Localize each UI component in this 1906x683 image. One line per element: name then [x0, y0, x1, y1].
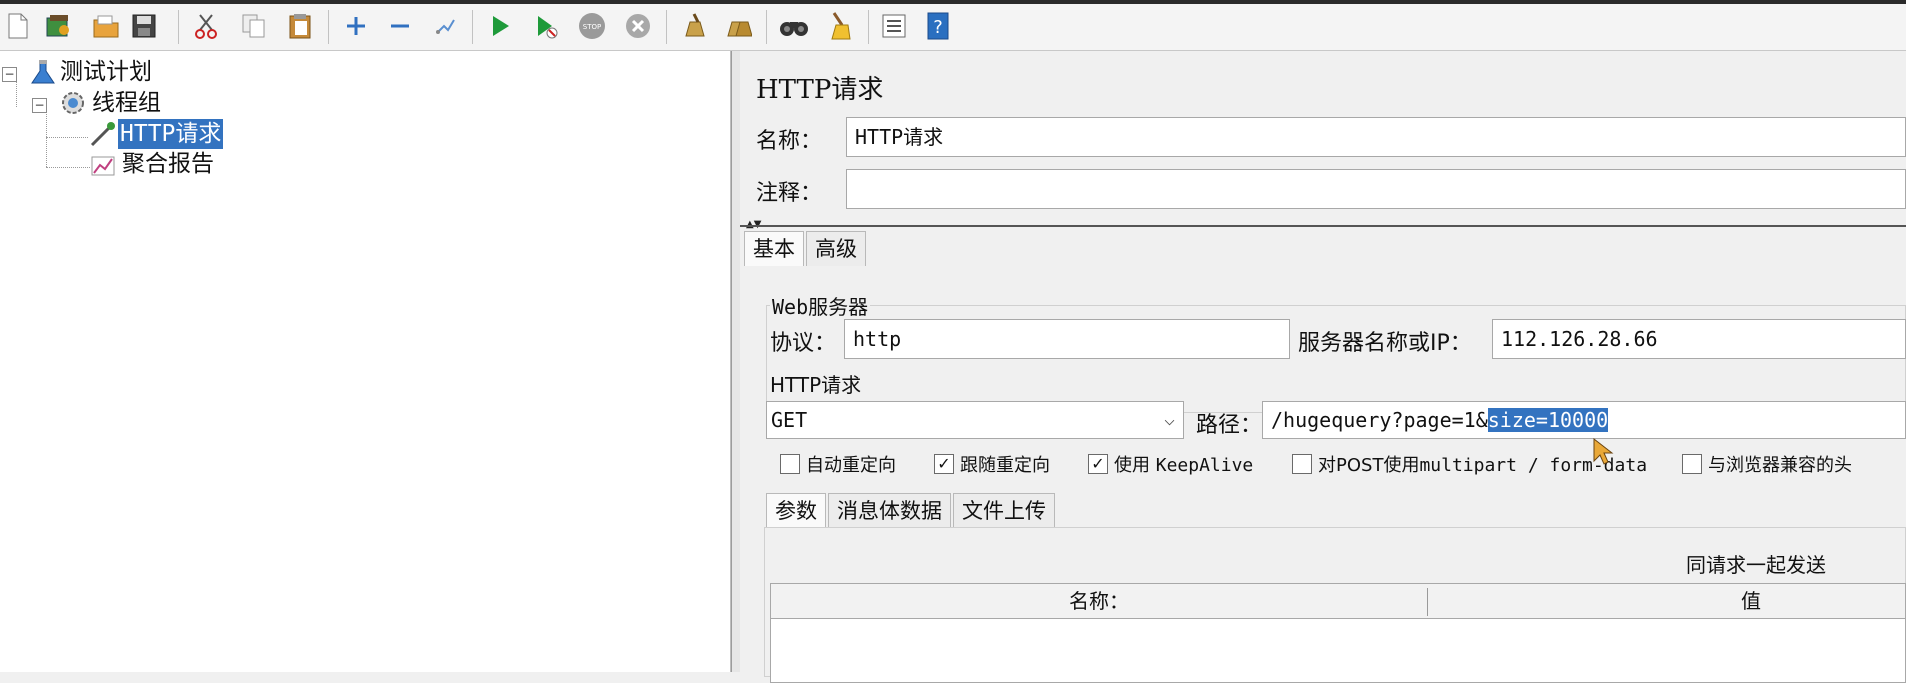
tab-advanced[interactable]: 高级	[806, 231, 866, 266]
gear-icon	[56, 88, 90, 118]
column-header-name[interactable]: 名称：	[771, 584, 1427, 618]
http-request-section-title: HTTP请求	[770, 373, 862, 397]
option-label: 与浏览器兼容的头	[1708, 455, 1852, 476]
option-label: 跟随重定向	[960, 455, 1050, 476]
comment-label: 注释：	[756, 181, 823, 206]
toolbar-separator	[868, 10, 869, 44]
help-icon[interactable]: ?	[922, 10, 954, 42]
start-no-pauses-icon[interactable]	[530, 10, 562, 42]
collapse-icon[interactable]	[384, 10, 416, 42]
start-icon[interactable]	[484, 10, 516, 42]
option-label: 使用 KeepAlive	[1114, 455, 1254, 476]
follow-redirects-checkbox[interactable]: ✓	[934, 454, 954, 474]
function-helper-icon[interactable]	[878, 10, 910, 42]
multipart-checkbox[interactable]	[1292, 454, 1312, 474]
path-text: /hugequery?page=1&	[1271, 408, 1488, 432]
tab-file-upload[interactable]: 文件上传	[953, 493, 1055, 528]
http-request-editor: HTTP请求 名称： HTTP请求 注释： ▲▼ 基本 高级 Web服务器 协议…	[740, 51, 1906, 683]
protocol-field[interactable]: http	[844, 319, 1290, 359]
test-plan-tree: − 测试计划 − 线程组 HTTP请求 聚合报告	[0, 51, 731, 672]
templates-icon[interactable]	[42, 10, 74, 42]
comment-field[interactable]	[846, 169, 1906, 209]
browser-compatible-checkbox[interactable]	[1682, 454, 1702, 474]
name-field[interactable]: HTTP请求	[846, 117, 1906, 157]
toolbar-separator	[666, 10, 667, 44]
option-label: 自动重定向	[806, 455, 896, 476]
page-title: HTTP请求	[756, 75, 884, 105]
new-icon[interactable]	[2, 10, 34, 42]
auto-redirect-option[interactable]: 自动重定向	[780, 451, 896, 477]
tree-node-thread-group[interactable]: 线程组	[56, 88, 163, 118]
save-icon[interactable]	[128, 10, 160, 42]
paste-icon[interactable]	[284, 10, 316, 42]
open-icon[interactable]	[90, 10, 122, 42]
expand-icon[interactable]	[340, 10, 372, 42]
shutdown-icon[interactable]	[622, 10, 654, 42]
keepalive-option[interactable]: ✓ 使用 KeepAlive	[1088, 451, 1253, 477]
chart-icon	[88, 149, 120, 179]
tree-node-test-plan[interactable]: 测试计划	[28, 57, 154, 87]
toggle-icon[interactable]	[430, 10, 462, 42]
name-label: 名称：	[756, 129, 823, 154]
table-header: 名称： 值	[771, 584, 1905, 619]
path-label: 路径：	[1196, 413, 1263, 438]
follow-redirects-option[interactable]: ✓ 跟随重定向	[934, 451, 1050, 477]
toolbar: STOP ?	[0, 4, 1906, 51]
svg-text:?: ?	[933, 17, 943, 38]
tree-node-http-request[interactable]: HTTP请求	[86, 119, 224, 149]
tree-node-aggregate-report[interactable]: 聚合报告	[88, 149, 216, 179]
server-name-field[interactable]: 112.126.28.66	[1492, 319, 1906, 359]
toolbar-separator	[328, 10, 329, 44]
send-with-request-label: 同请求一起发送	[1686, 553, 1826, 577]
browser-compatible-headers-option[interactable]: 与浏览器兼容的头	[1682, 451, 1852, 477]
protocol-label: 协议：	[770, 331, 837, 356]
column-header-value[interactable]: 值	[1428, 584, 1906, 618]
path-field[interactable]: /hugequery?page=1&size=10000	[1262, 401, 1906, 439]
reset-search-icon[interactable]	[824, 10, 856, 42]
copy-icon[interactable]	[238, 10, 270, 42]
toolbar-separator	[766, 10, 767, 44]
svg-text:STOP: STOP	[583, 23, 601, 31]
parameter-tabs: 参数 消息体数据 文件上传	[766, 493, 1057, 528]
collapse-toggle[interactable]: −	[32, 98, 47, 113]
tab-body-data[interactable]: 消息体数据	[828, 493, 951, 528]
chevron-down-icon: ⌵	[1164, 409, 1175, 430]
tree-line	[46, 167, 90, 168]
keepalive-checkbox[interactable]: ✓	[1088, 454, 1108, 474]
method-value: GET	[771, 408, 808, 432]
method-select[interactable]: GET ⌵	[766, 401, 1184, 439]
web-server-title: Web服务器	[770, 291, 871, 320]
tree-node-label: HTTP请求	[118, 119, 224, 149]
tab-parameters[interactable]: 参数	[766, 493, 826, 528]
tree-node-label: 线程组	[92, 90, 161, 116]
tree-node-label: 测试计划	[60, 59, 152, 85]
toolbar-separator	[472, 10, 473, 44]
tree-line	[46, 137, 88, 138]
main-tabs: 基本 高级	[744, 231, 868, 266]
mouse-pointer-icon	[1593, 437, 1614, 465]
test-plan-icon	[28, 57, 58, 87]
search-icon[interactable]	[778, 10, 810, 42]
toolbar-separator	[178, 10, 179, 44]
path-selected-text: size=10000	[1487, 408, 1609, 432]
panel-splitter[interactable]	[731, 51, 740, 672]
auto-redirect-checkbox[interactable]	[780, 454, 800, 474]
stop-icon[interactable]: STOP	[576, 10, 608, 42]
clear-all-icon[interactable]	[722, 10, 754, 42]
collapse-toggle[interactable]: −	[2, 67, 17, 82]
tree-node-label: 聚合报告	[122, 151, 214, 177]
cut-icon[interactable]	[190, 10, 222, 42]
pipette-icon	[86, 119, 118, 149]
divider	[740, 225, 1906, 227]
tab-basic[interactable]: 基本	[744, 231, 804, 266]
clear-icon[interactable]	[678, 10, 710, 42]
server-name-label: 服务器名称或IP：	[1298, 331, 1472, 356]
parameters-table: 名称： 值	[770, 583, 1906, 683]
